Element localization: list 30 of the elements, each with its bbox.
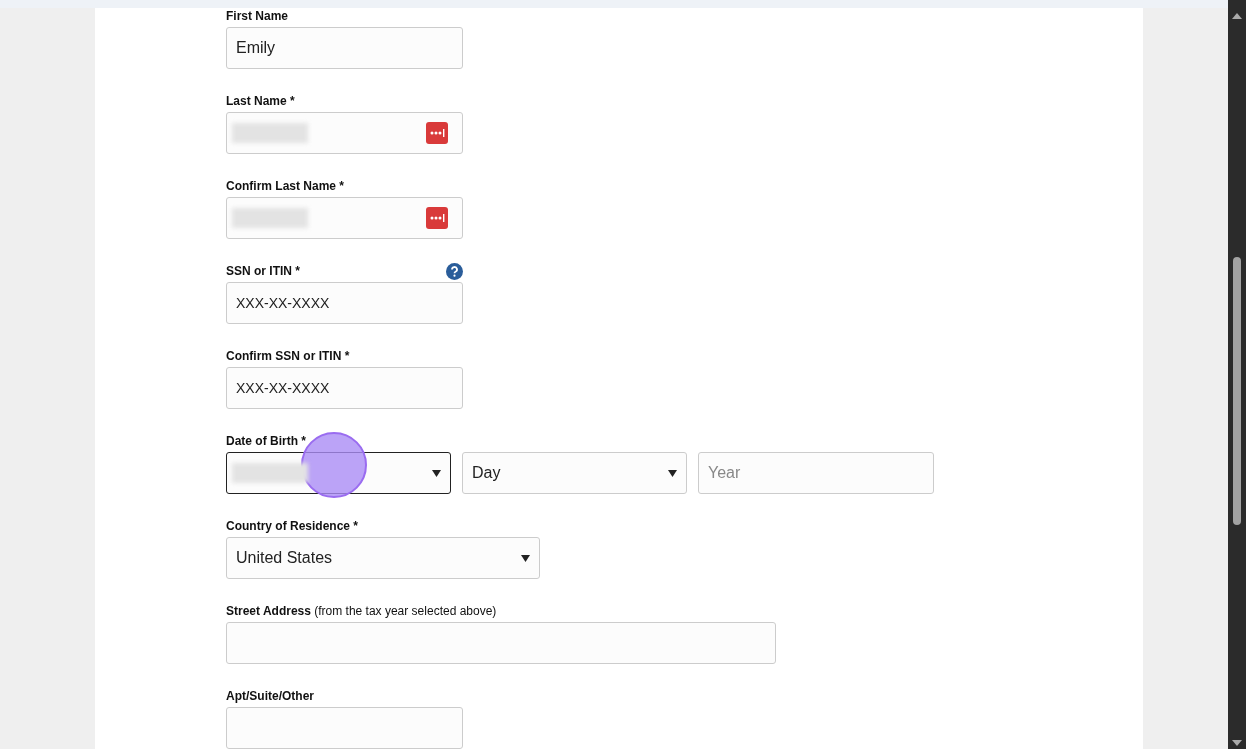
help-icon[interactable] [446,262,463,280]
caret-icon [668,469,677,477]
input-field[interactable] [226,197,463,239]
field-label: Street Address [226,604,311,618]
caret-icon [521,554,530,562]
input-field[interactable]: XXX-XX-XXXX [226,282,463,324]
caret-icon [432,469,441,477]
scrollbar-thumb[interactable] [1233,257,1241,525]
field-label: Country of Residence * [226,519,359,533]
field-label: Date of Birth * [226,434,306,448]
input-field[interactable] [226,707,463,749]
field-label: Last Name * [226,94,295,108]
select-dropdown[interactable]: United States [226,537,540,579]
password-manager-icon[interactable] [426,122,448,144]
field-label: Confirm Last Name * [226,179,345,193]
scroll-down-icon[interactable] [1232,739,1242,747]
field-label: Confirm SSN or ITIN * [226,349,350,363]
input-field[interactable] [226,622,776,664]
field-label: SSN or ITIN * [226,264,300,278]
password-manager-icon[interactable] [426,207,448,229]
field-label: First Name [226,9,289,23]
input-field[interactable]: Emily [226,27,463,69]
scrollbar[interactable] [1228,0,1246,749]
scroll-up-icon[interactable] [1232,12,1242,20]
field-label: Apt/Suite/Other [226,689,314,703]
input-field[interactable] [226,112,463,154]
select-dropdown[interactable]: Day [462,452,687,494]
input-field[interactable]: Year [698,452,934,494]
input-field[interactable]: XXX-XX-XXXX [226,367,463,409]
field-note: (from the tax year selected above) [313,604,497,618]
